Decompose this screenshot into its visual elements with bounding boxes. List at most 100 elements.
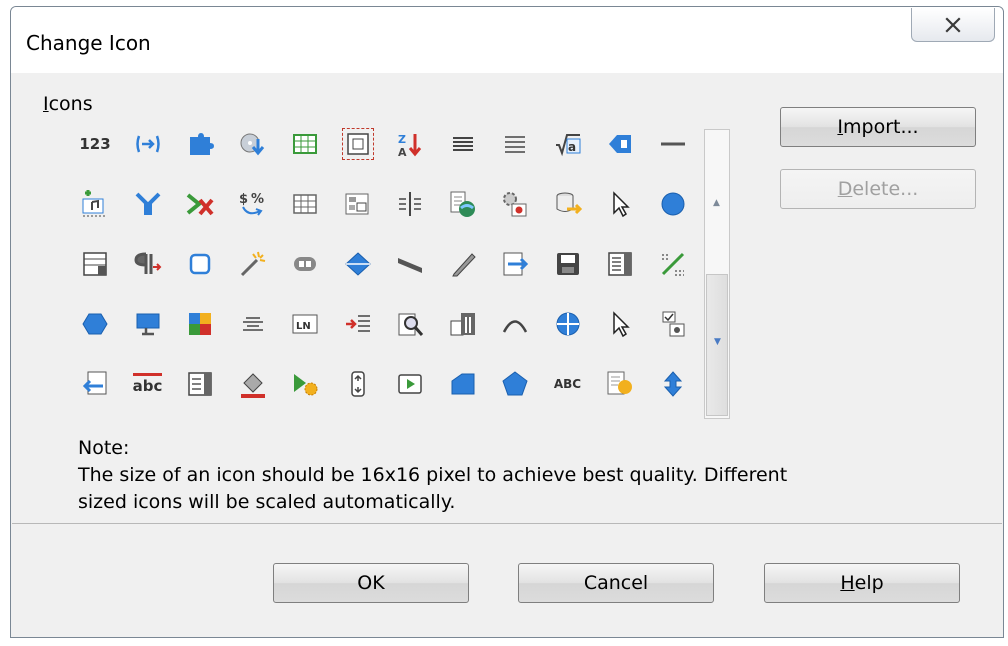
help-button[interactable]: Help (764, 563, 960, 603)
scroll-up-area[interactable]: ▲ (705, 130, 729, 274)
arrow-bracket-icon-glyph (135, 135, 160, 153)
indent-icon[interactable] (335, 301, 381, 347)
color-palette-icon[interactable] (177, 301, 223, 347)
field-icon-glyph (450, 313, 475, 336)
link-button-icon[interactable] (282, 241, 328, 287)
combo-box-icon-glyph (188, 372, 212, 396)
line-numbers-icon[interactable]: LN (282, 301, 328, 347)
svg-text:A: A (398, 146, 407, 159)
note-line-1: The size of an icon should be 16x16 pixe… (78, 464, 788, 486)
svg-text:LN: LN (296, 321, 311, 332)
center-align-icon[interactable] (230, 301, 276, 347)
sort-za-icon[interactable]: ZA (387, 121, 433, 167)
horizontal-line-icon-glyph (660, 142, 685, 146)
crosshair-circle-icon-glyph (556, 312, 579, 336)
paragraph-icon[interactable] (125, 241, 171, 287)
monitor-icon[interactable] (125, 301, 171, 347)
checkbox-radio-icon[interactable] (650, 301, 696, 347)
icon-grid-scrollbar[interactable]: ▲ ▼ (704, 129, 730, 419)
form-control-icon[interactable] (335, 181, 381, 227)
horizontal-line-icon[interactable] (650, 121, 696, 167)
scroll-thumb[interactable]: ▼ (706, 274, 728, 416)
play-button-icon-glyph (398, 374, 422, 394)
arc-icon-glyph (502, 320, 528, 333)
cancel-button[interactable]: Cancel (518, 563, 714, 603)
field-icon[interactable] (440, 301, 486, 347)
import-arrow-icon-glyph (503, 252, 529, 276)
list-box-icon[interactable] (597, 241, 643, 287)
pointer-icon[interactable] (597, 301, 643, 347)
diamond-icon[interactable] (335, 241, 381, 287)
currency-percent-icon-glyph: $% (239, 192, 264, 216)
cd-arrow-icon[interactable] (230, 121, 276, 167)
vertical-arrows-icon-glyph (663, 371, 682, 397)
insert-music-icon[interactable] (72, 181, 118, 227)
arc-icon[interactable] (492, 301, 538, 347)
insert-frame-icon[interactable] (335, 121, 381, 167)
run-macro-icon[interactable] (282, 361, 328, 407)
zoom-text-icon[interactable] (387, 301, 433, 347)
gear-record-icon[interactable] (492, 181, 538, 227)
folder-shape-icon[interactable] (440, 361, 486, 407)
formula-icon-glyph: a (555, 134, 580, 157)
magic-wand-icon-glyph (240, 251, 265, 277)
form-control-icon-glyph (345, 193, 368, 215)
numbering-123-icon[interactable]: 123 (72, 121, 118, 167)
vertical-arrows-icon[interactable] (650, 361, 696, 407)
pencil-icon[interactable] (440, 241, 486, 287)
color-palette-icon-glyph (189, 313, 211, 335)
dotted-diagonal-icon[interactable] (650, 241, 696, 287)
pointer-icon-glyph (613, 311, 630, 338)
import-arrow-icon[interactable] (492, 241, 538, 287)
rounded-square-icon[interactable] (177, 241, 223, 287)
column-split-icon[interactable] (387, 181, 433, 227)
note-text: Note: The size of an icon should be 16x1… (78, 435, 787, 516)
pentagon-icon-glyph (502, 371, 528, 396)
delete-arrow-icon[interactable] (177, 181, 223, 227)
align-lines-icon[interactable] (440, 121, 486, 167)
abc-label-icon[interactable]: ABC (545, 361, 591, 407)
spellcheck-abc-icon[interactable]: abc (125, 361, 171, 407)
numbering-123-icon-label: 123 (79, 135, 111, 153)
form-list-icon[interactable] (72, 241, 118, 287)
pentagon-icon[interactable] (492, 361, 538, 407)
table-grid-icon[interactable] (282, 121, 328, 167)
formula-icon[interactable]: a (545, 121, 591, 167)
icon-grid[interactable]: 123 Z A a $% LN abc ABC (72, 121, 704, 415)
blue-circle-icon[interactable] (650, 181, 696, 227)
delete-button[interactable]: Delete... (780, 169, 976, 209)
center-align-icon-glyph (242, 317, 263, 331)
gear-record-icon-glyph (503, 192, 527, 217)
cursor-icon[interactable] (597, 181, 643, 227)
import-button[interactable]: Import... (780, 107, 976, 147)
table-icon[interactable] (282, 181, 328, 227)
puzzle-icon[interactable] (177, 121, 223, 167)
currency-percent-icon[interactable]: $% (230, 181, 276, 227)
arrow-bracket-icon[interactable] (125, 121, 171, 167)
svg-text:%: % (251, 192, 264, 207)
link-button-icon-glyph (294, 257, 316, 271)
back-arrow-doc-icon[interactable] (72, 361, 118, 407)
blue-circle-icon-glyph (661, 192, 684, 216)
hexagon-icon[interactable] (72, 301, 118, 347)
form-list-icon-glyph (83, 252, 107, 276)
ok-button[interactable]: OK (273, 563, 469, 603)
filter-branch-icon-glyph (135, 192, 160, 215)
magic-wand-icon[interactable] (230, 241, 276, 287)
save-disk-icon[interactable] (545, 241, 591, 287)
book-earth-icon[interactable] (440, 181, 486, 227)
align-justify-icon[interactable] (492, 121, 538, 167)
icons-label: Icons (43, 93, 93, 115)
combo-box-icon[interactable] (177, 361, 223, 407)
paint-bucket-icon[interactable] (230, 361, 276, 407)
tag-arrow-icon-glyph (609, 135, 631, 153)
filter-branch-icon[interactable] (125, 181, 171, 227)
database-arrow-icon[interactable] (545, 181, 591, 227)
play-button-icon[interactable] (387, 361, 433, 407)
parallelogram-icon[interactable] (387, 241, 433, 287)
spin-field-icon[interactable] (335, 361, 381, 407)
tag-arrow-icon[interactable] (597, 121, 643, 167)
note-sun-icon[interactable] (597, 361, 643, 407)
close-button[interactable] (911, 8, 995, 42)
crosshair-circle-icon[interactable] (545, 301, 591, 347)
